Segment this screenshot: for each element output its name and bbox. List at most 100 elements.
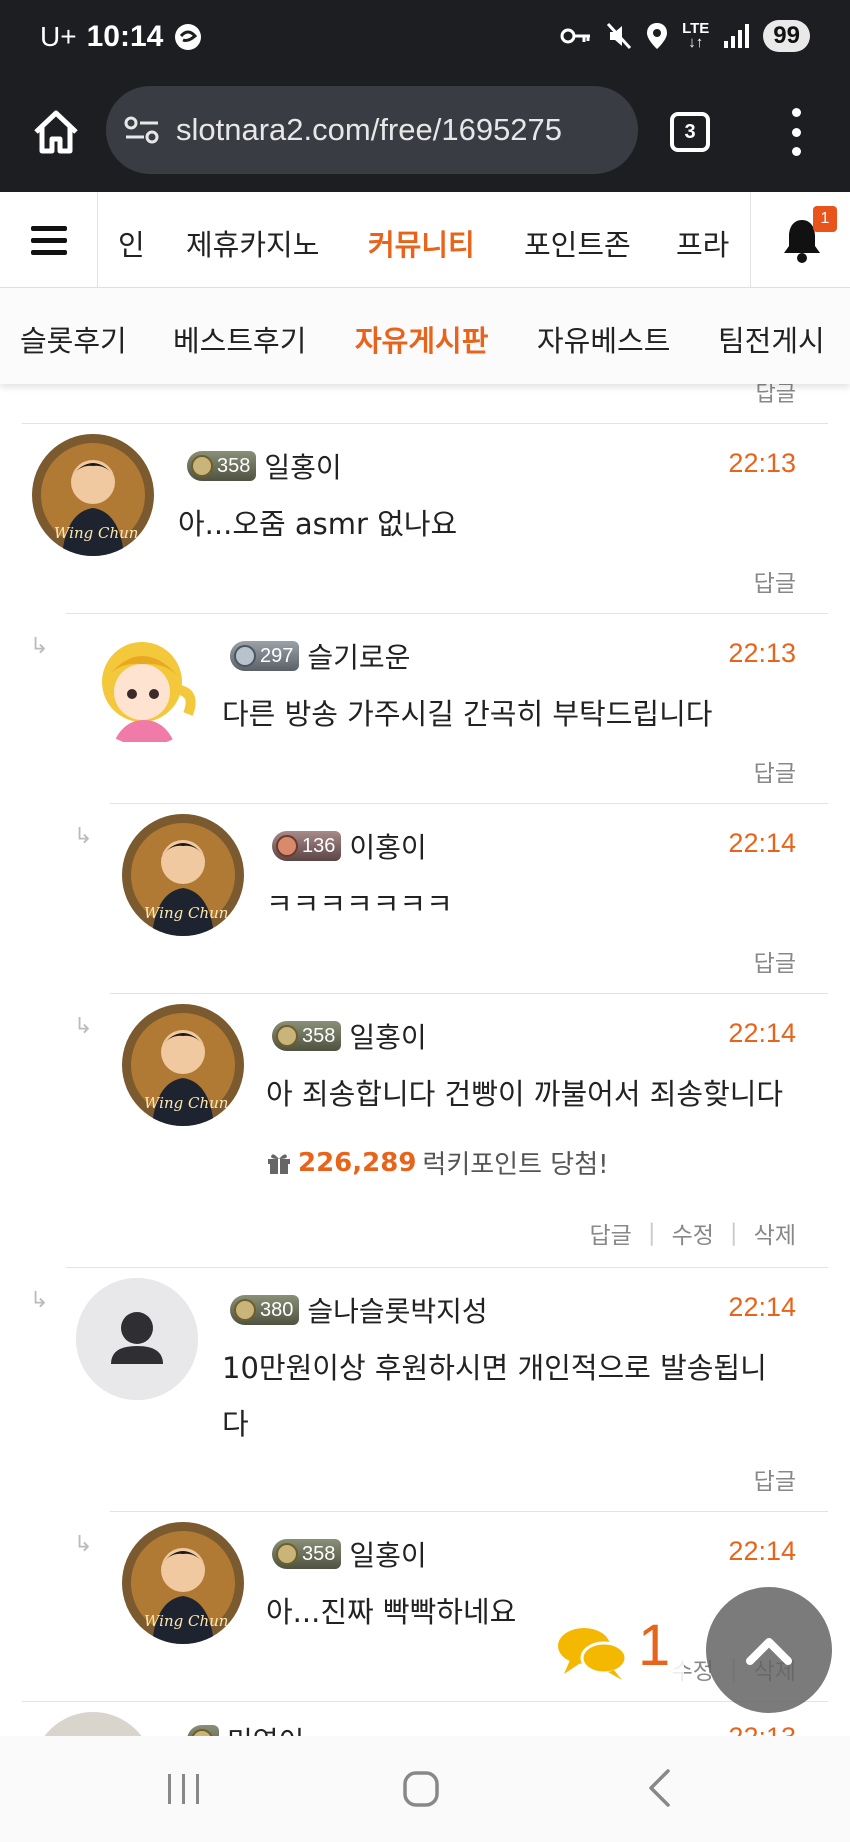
avatar[interactable]: Wing Chun (122, 1522, 244, 1644)
tab-switcher-button[interactable]: 3 (670, 112, 710, 152)
level-badge: 358 (187, 451, 257, 481)
svg-text:Wing Chun: Wing Chun (54, 524, 138, 542)
reply-button[interactable]: 답글 (754, 944, 796, 978)
comment-item: 미역이 22:13 (22, 1702, 828, 1736)
subnav-slot-review[interactable]: 슬롯후기 (20, 318, 127, 360)
home-icon (34, 110, 78, 154)
reply-arrow-icon: ↳ (74, 1532, 93, 1557)
reply-button[interactable]: 답글 (754, 564, 796, 598)
site-main-nav: 인 제휴카지노 커뮤니티 포인트존 프라 1 (0, 192, 850, 288)
comment-text: ㅋㅋㅋㅋㅋㅋㅋ (266, 887, 453, 921)
comment-time: 22:13 (728, 638, 796, 668)
level-number: 358 (302, 1542, 336, 1565)
key-icon (560, 28, 591, 44)
home-nav-icon[interactable] (402, 1770, 440, 1808)
menu-dot (791, 108, 801, 117)
nav-item-partner-casino[interactable]: 제휴카지노 (186, 222, 319, 264)
avatar[interactable] (32, 1712, 154, 1736)
avatar[interactable] (84, 624, 206, 746)
comment-author[interactable]: 일홍이 (349, 1016, 426, 1056)
subnav-best-review[interactable]: 베스트후기 (173, 318, 306, 360)
overflow-menu-button[interactable] (780, 108, 812, 156)
url-text: slotnara2.com/free/1695275 (176, 112, 563, 147)
reply-arrow-icon: ↳ (74, 824, 93, 849)
comment-count: 1 (638, 1613, 671, 1678)
level-number: 358 (217, 454, 251, 477)
notification-button[interactable]: 1 (750, 192, 850, 288)
comment-author[interactable]: 일홍이 (349, 1534, 426, 1574)
community-sub-nav: 슬롯후기 베스트후기 자유게시판 자유베스트 팀전게시 (0, 288, 850, 384)
scroll-to-top-button[interactable] (706, 1587, 832, 1713)
recent-apps-icon[interactable] (166, 1772, 202, 1806)
comment-time: 22:14 (728, 1536, 796, 1566)
comment-text: 아 죄송합니다 건빵이 까불어서 죄송핮니다 (266, 1077, 784, 1111)
hamburger-line (30, 225, 67, 231)
reply-button[interactable]: 답글 (590, 1216, 632, 1250)
app-notification-icon (175, 24, 202, 50)
level-number: 358 (302, 1024, 336, 1047)
chat-bubbles-icon (558, 1628, 628, 1680)
subnav-team-board[interactable]: 팀전게시 (718, 318, 825, 360)
separator: | (647, 1220, 656, 1246)
level-badge (187, 1725, 219, 1736)
back-icon[interactable] (646, 1768, 672, 1808)
comment-author[interactable]: 이홍이 (349, 826, 426, 866)
level-gem-icon (191, 1729, 213, 1736)
notification-badge: 1 (813, 206, 837, 232)
level-number: 136 (302, 834, 336, 857)
level-gem-icon (276, 1025, 298, 1047)
level-gem-icon (276, 835, 298, 857)
hamburger-menu-button[interactable] (0, 192, 98, 288)
location-icon (647, 23, 668, 49)
delete-button[interactable]: 삭제 (754, 1216, 796, 1250)
subnav-free-best[interactable]: 자유베스트 (537, 318, 670, 360)
edit-button[interactable]: 수정 (672, 1216, 714, 1250)
level-badge: 136 (272, 831, 342, 861)
comment-text: 10만원이상 후원하시면 개인적으로 발송됩니다 (222, 1351, 767, 1441)
reply-button[interactable]: 답글 (754, 1462, 796, 1496)
comment-item: ↳ Wing Chun 136 이홍이 22:14 ㅋㅋㅋㅋㅋㅋㅋ 답글 (22, 804, 828, 994)
comment-author[interactable]: 슬기로운 (307, 636, 410, 676)
level-gem-icon (276, 1543, 298, 1565)
avatar[interactable] (76, 1278, 198, 1400)
address-bar[interactable]: slotnara2.com/free/1695275 (106, 86, 638, 174)
nav-item-partial-left[interactable]: 인 (118, 222, 145, 264)
gift-icon (268, 1153, 290, 1174)
reply-button[interactable]: 답글 (754, 754, 796, 788)
svg-text:Wing Chun: Wing Chun (144, 1612, 228, 1630)
avatar[interactable]: Wing Chun (122, 1004, 244, 1126)
mute-icon (606, 22, 632, 50)
level-badge: 358 (272, 1539, 342, 1569)
comment-item: ↳ Wing Chun 358 일홍이 22:14 아 죄송합니다 건빵이 까불… (22, 994, 828, 1268)
avatar[interactable]: Wing Chun (122, 814, 244, 936)
reply-arrow-icon: ↳ (30, 634, 49, 659)
nav-item-community[interactable]: 커뮤니티 (368, 222, 475, 264)
subnav-free-board[interactable]: 자유게시판 (355, 318, 488, 360)
level-gem-icon (234, 645, 256, 667)
reply-button[interactable]: 답글 (756, 384, 796, 408)
comment-count-widget[interactable]: 1 (554, 1613, 684, 1688)
comment-item: ↳ Wing Chun 358 일홍이 22:14 아...진짜 빡빡하네요 수… (22, 1512, 828, 1702)
comment-item: ↳ 297 슬기로운 22:13 다른 방송 가주시길 간곡히 부탁드립니다 답… (22, 614, 828, 804)
browser-toolbar: slotnara2.com/free/1695275 3 (0, 78, 850, 192)
comment-author[interactable]: 슬나슬롯박지성 (307, 1290, 487, 1330)
comment-time: 22:13 (728, 448, 796, 478)
home-button[interactable] (28, 104, 84, 160)
level-badge: 380 (230, 1295, 300, 1325)
lte-label: LTE (682, 20, 710, 37)
nav-item-point-zone[interactable]: 포인트존 (524, 222, 631, 264)
level-badge: 358 (272, 1021, 342, 1051)
comment-author[interactable]: 일홍이 (264, 446, 341, 486)
site-settings-icon[interactable] (124, 115, 160, 145)
level-gem-icon (234, 1299, 256, 1321)
reply-arrow-icon: ↳ (74, 1014, 93, 1039)
comment-time: 22:14 (728, 1018, 796, 1048)
avatar[interactable]: Wing Chun (32, 434, 154, 556)
signal-icon (724, 24, 750, 48)
carrier-label: U+ (40, 21, 77, 52)
clock: 10:14 (86, 20, 164, 53)
comment-author[interactable]: 미역이 (227, 1720, 304, 1736)
level-number: 380 (260, 1298, 294, 1321)
comment-list: 답글 Wing Chun 358 일홍이 22:13 아...오줌 asmr 없… (0, 384, 850, 1736)
nav-item-partial-right[interactable]: 프라 (676, 222, 729, 264)
